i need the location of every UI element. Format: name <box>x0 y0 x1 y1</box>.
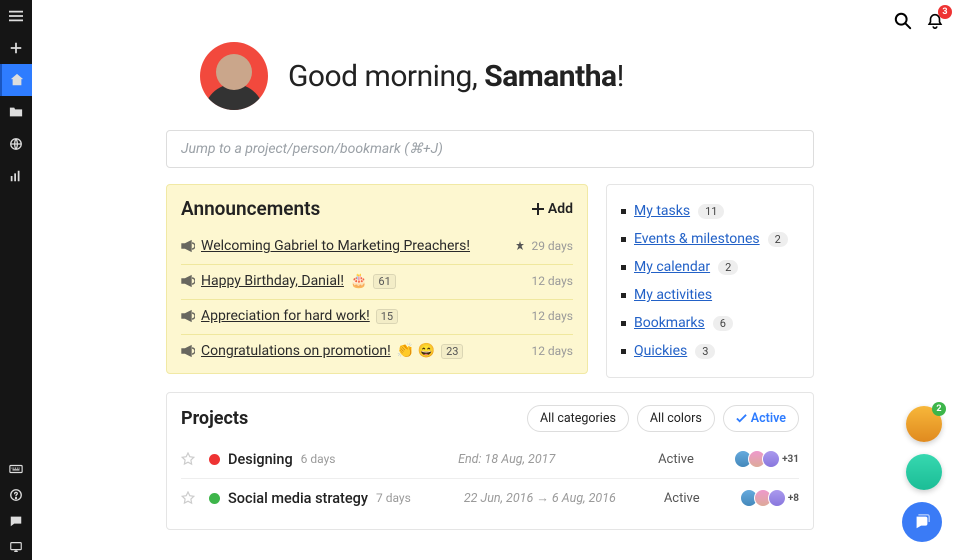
quicklink-count: 3 <box>695 344 715 359</box>
star-icon[interactable] <box>181 452 195 466</box>
megaphone-icon <box>181 344 195 358</box>
reaction-count: 61 <box>373 274 395 289</box>
announcement-item: Welcoming Gabriel to Marketing Preachers… <box>181 230 573 264</box>
reaction-count: 23 <box>441 344 463 359</box>
emoji-icon: 🎂 <box>350 273 367 289</box>
add-label: Add <box>548 201 573 217</box>
project-name: Social media strategy <box>228 490 368 507</box>
quicklink-link[interactable]: My tasks <box>634 203 690 219</box>
quicklink-item: Quickies 3 <box>621 337 799 365</box>
greeting-suffix: ! <box>617 59 624 94</box>
globe-icon[interactable] <box>0 128 32 160</box>
reaction-count: 15 <box>376 309 398 324</box>
megaphone-icon <box>181 274 195 288</box>
quicklink-link[interactable]: My activities <box>634 287 712 303</box>
home-icon[interactable] <box>0 64 32 96</box>
filter-categories[interactable]: All categories <box>527 405 629 432</box>
keyboard-icon[interactable] <box>0 456 32 482</box>
avatar <box>762 450 780 468</box>
announcement-item: Appreciation for hard work! 15 12 days <box>181 299 573 334</box>
emoji-icon: 👏 😄 <box>397 343 435 359</box>
filter-active[interactable]: Active <box>723 405 799 432</box>
announcement-age: 29 days <box>531 239 573 253</box>
project-age: 7 days <box>376 491 411 505</box>
project-name: Designing <box>228 451 293 468</box>
project-status: Active <box>664 491 744 506</box>
star-icon[interactable] <box>181 491 195 505</box>
quicklink-count: 6 <box>713 316 733 331</box>
search-input[interactable]: Jump to a project/person/bookmark (⌘+J) <box>166 130 814 168</box>
announcement-link[interactable]: Congratulations on promotion! <box>201 343 391 359</box>
quicklink-link[interactable]: Events & milestones <box>634 231 760 247</box>
greeting: Good morning, Samantha! <box>200 42 960 110</box>
announcement-item: Happy Birthday, Danial! 🎂 61 12 days <box>181 264 573 299</box>
projects-panel: Projects All categories All colors Activ… <box>166 392 814 530</box>
project-date: 22 Jun, 2016 → 6 Aug, 2016 <box>464 491 664 506</box>
main-content: Good morning, Samantha! Jump to a projec… <box>32 0 960 560</box>
greeting-text: Good morning, Samantha! <box>288 59 624 94</box>
chat-launcher-button[interactable] <box>902 502 942 542</box>
pin-icon <box>515 241 525 251</box>
greeting-prefix: Good morning, <box>288 59 484 94</box>
greeting-name: Samantha <box>484 59 616 94</box>
projects-title: Projects <box>181 408 519 429</box>
sidebar <box>0 0 32 560</box>
people-overflow: +31 <box>782 454 799 465</box>
quicklink-item: Bookmarks 6 <box>621 309 799 337</box>
quicklink-link[interactable]: My calendar <box>634 259 710 275</box>
project-people[interactable]: +31 <box>738 450 799 468</box>
announcement-link[interactable]: Happy Birthday, Danial! <box>201 273 344 289</box>
chat-icon[interactable] <box>0 508 32 534</box>
announcement-link[interactable]: Welcoming Gabriel to Marketing Preachers… <box>201 238 470 254</box>
megaphone-icon <box>181 239 195 253</box>
announcement-link[interactable]: Appreciation for hard work! <box>201 308 370 324</box>
project-color-dot <box>209 493 220 504</box>
project-row[interactable]: Social media strategy 7 days 22 Jun, 2016 … <box>181 478 799 517</box>
announcement-age: 12 days <box>531 274 573 288</box>
project-age: 6 days <box>301 452 336 466</box>
quicklink-item: Events & milestones 2 <box>621 225 799 253</box>
help-icon[interactable] <box>0 482 32 508</box>
people-overflow: +8 <box>788 493 799 504</box>
add-announcement-button[interactable]: Add <box>532 201 573 217</box>
project-date: End: 18 Aug, 2017 <box>458 452 658 467</box>
desktop-icon[interactable] <box>0 534 32 560</box>
quicklink-item: My tasks 11 <box>621 197 799 225</box>
menu-icon[interactable] <box>0 0 32 32</box>
project-color-dot <box>209 454 220 465</box>
presence-badge: 2 <box>932 402 946 416</box>
avatar <box>768 489 786 507</box>
presence-contact-2[interactable] <box>906 454 942 490</box>
reports-icon[interactable] <box>0 160 32 192</box>
quicklink-item: My activities <box>621 281 799 309</box>
quicklink-item: My calendar 2 <box>621 253 799 281</box>
announcement-age: 12 days <box>531 344 573 358</box>
folder-icon[interactable] <box>0 96 32 128</box>
project-people[interactable]: +8 <box>744 489 799 507</box>
quicklink-link[interactable]: Bookmarks <box>634 315 705 331</box>
announcement-item: Congratulations on promotion! 👏 😄 23 12 d… <box>181 334 573 369</box>
announcement-age: 12 days <box>531 309 573 323</box>
quicklink-link[interactable]: Quickies <box>634 343 687 359</box>
announcements-panel: Announcements Add Welcoming Gabriel to M… <box>166 184 588 374</box>
user-avatar[interactable] <box>200 42 268 110</box>
quicklink-count: 2 <box>768 232 788 247</box>
quicklinks-panel: My tasks11Events & milestones2My calenda… <box>606 184 814 378</box>
announcements-title: Announcements <box>181 197 532 220</box>
presence-contact-1[interactable]: 2 <box>906 406 942 442</box>
project-status: Active <box>658 452 738 467</box>
project-row[interactable]: Designing 6 days End: 18 Aug, 2017Active +3… <box>181 440 799 478</box>
quicklink-count: 2 <box>718 260 738 275</box>
floating-stack: 2 <box>902 406 942 542</box>
add-icon[interactable] <box>0 32 32 64</box>
filter-colors[interactable]: All colors <box>637 405 715 432</box>
megaphone-icon <box>181 309 195 323</box>
quicklink-count: 11 <box>698 204 724 219</box>
filter-active-label: Active <box>751 411 786 426</box>
